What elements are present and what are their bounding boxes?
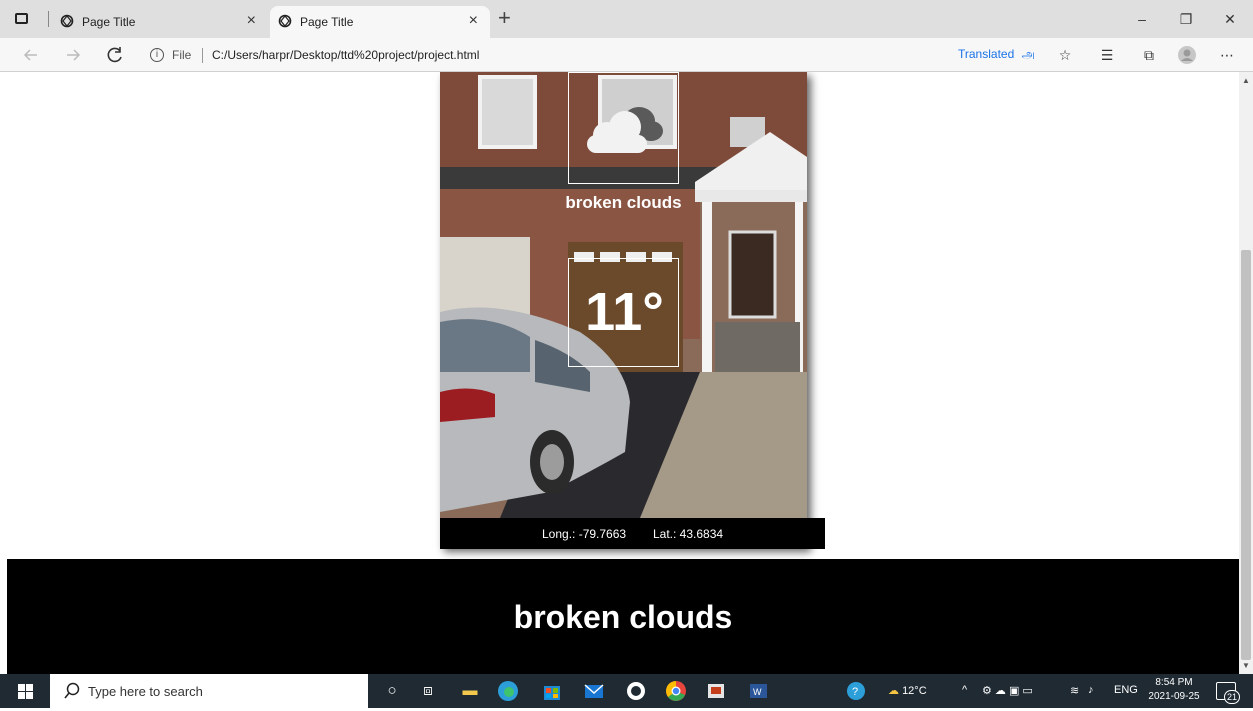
url-text[interactable]: C:/Users/harpr/Desktop/ttd%20project/pro… [212, 48, 479, 62]
refresh-icon[interactable] [104, 44, 126, 66]
restore-button[interactable]: ❐ [1166, 6, 1206, 32]
chrome-icon[interactable] [664, 679, 688, 703]
clock-time: 8:54 PM [1155, 677, 1193, 688]
tab-separator [48, 11, 49, 27]
cortana-icon[interactable]: ○ [380, 679, 404, 703]
tray-chevron-icon[interactable]: ^ [962, 684, 967, 696]
favorites-icon[interactable]: ☰ [1096, 44, 1118, 66]
clock[interactable]: 8:54 PM 2021-09-25 [1146, 676, 1202, 704]
tab-title: Page Title [82, 15, 136, 29]
temperature-value: 11° [585, 282, 664, 342]
volume-icon[interactable]: ♪ [1088, 684, 1094, 696]
search-placeholder: Type here to search [88, 684, 203, 699]
weather-tray-icon: ☁ [888, 685, 899, 697]
temperature-frame: 11° [568, 258, 679, 367]
translate-icon: அ [1021, 47, 1035, 61]
tab-close-icon[interactable]: × [247, 12, 256, 30]
forward-icon[interactable] [62, 44, 84, 66]
slides-icon[interactable] [704, 679, 728, 703]
scroll-up-icon[interactable]: ▲ [1242, 76, 1250, 85]
translated-indicator[interactable]: Translated அ [958, 47, 1035, 63]
tab-actions-icon[interactable] [12, 9, 32, 29]
search-icon [64, 682, 80, 699]
tab-page-title-2[interactable]: Page Title × [270, 6, 490, 38]
store-icon[interactable] [540, 679, 564, 703]
weather-icon-frame [568, 72, 679, 184]
globe-icon [60, 14, 74, 28]
page-viewport: broken clouds 11° Long.: -79.7663 Lat.: … [0, 72, 1239, 674]
weather-tray-temp: 12°C [902, 685, 927, 697]
profile-avatar[interactable] [1176, 44, 1198, 66]
weather-description: broken clouds [565, 193, 682, 212]
new-tab-button[interactable]: + [498, 6, 511, 30]
vertical-scrollbar[interactable]: ▲ ▼ [1239, 72, 1253, 674]
scrollbar-thumb[interactable] [1241, 250, 1251, 660]
taskbar-search[interactable]: Type here to search [50, 674, 368, 708]
globe-icon [278, 14, 292, 28]
minimize-button[interactable]: – [1122, 6, 1162, 32]
url-field[interactable]: i File C:/Users/harpr/Desktop/ttd%20proj… [140, 41, 1040, 69]
back-icon[interactable] [20, 44, 42, 66]
file-explorer-icon[interactable]: ▬ [458, 679, 482, 703]
wifi-icon[interactable]: ≋ [1070, 684, 1079, 697]
cloud-icon [587, 107, 663, 153]
windows-start-icon[interactable] [18, 684, 33, 699]
word-icon[interactable]: W [746, 679, 770, 703]
weather-widget[interactable]: ☁ 12°C [888, 684, 927, 697]
taskbar: Type here to search ○ ⧈ ▬ W ? ☁ 12°C ^ ⚙… [0, 674, 1253, 708]
collections-icon[interactable]: ⧉ [1138, 44, 1160, 66]
tab-title: Page Title [300, 15, 354, 29]
clock-date: 2021-09-25 [1148, 691, 1200, 702]
mail-icon[interactable] [582, 679, 606, 703]
svg-text:W: W [753, 687, 762, 697]
weather-banner: broken clouds [7, 559, 1239, 674]
weather-card: broken clouds 11° [440, 72, 807, 548]
edge-icon[interactable] [496, 679, 520, 703]
translated-label: Translated [958, 47, 1015, 61]
favorite-add-icon[interactable]: ☆ [1054, 44, 1076, 66]
tab-close-icon[interactable]: × [469, 12, 478, 30]
notification-count: 21 [1224, 690, 1240, 704]
close-window-button[interactable]: ✕ [1210, 6, 1250, 32]
coordinates-bar: Long.: -79.7663 Lat.: 43.6834 [440, 518, 825, 549]
more-icon[interactable]: ⋯ [1216, 44, 1238, 66]
omnibox-divider [202, 48, 203, 63]
app-icon[interactable] [624, 679, 648, 703]
scroll-down-icon[interactable]: ▼ [1242, 661, 1250, 670]
banner-description: broken clouds [513, 599, 733, 635]
longitude-label: Long.: -79.7663 [542, 527, 627, 541]
scheme-label: File [172, 48, 192, 62]
tab-page-title-1[interactable]: Page Title × [52, 6, 268, 38]
task-view-icon[interactable]: ⧈ [416, 679, 440, 703]
help-icon[interactable]: ? [844, 679, 868, 703]
tray-apps-icon[interactable]: ⚙ ☁ ▣ ▭ [982, 684, 1033, 697]
tab-strip: Page Title × Page Title × + – ❐ ✕ [0, 0, 1253, 38]
latitude-label: Lat.: 43.6834 [653, 527, 724, 541]
info-icon[interactable]: i [150, 48, 164, 62]
svg-text:?: ? [852, 686, 858, 698]
language-indicator[interactable]: ENG [1114, 684, 1138, 696]
